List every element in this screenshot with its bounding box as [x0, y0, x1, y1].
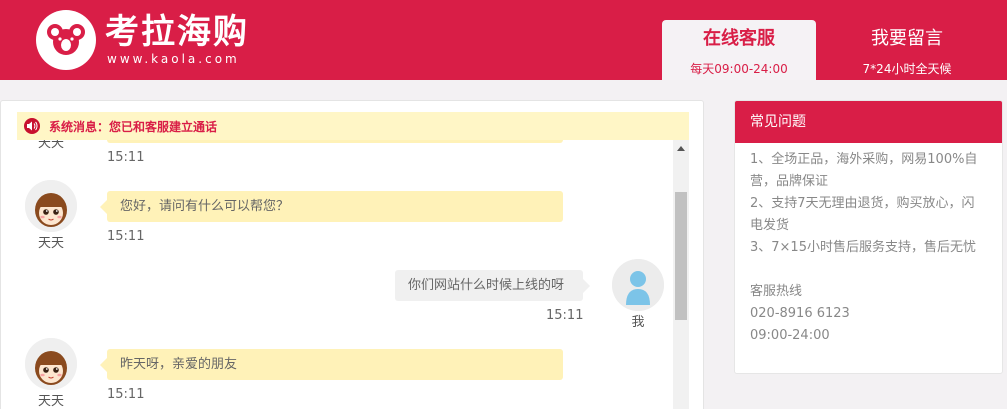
sender-name: 天天 — [37, 140, 64, 151]
message-user: 我 你们网站什么时候上线的呀 15:11 — [17, 257, 673, 335]
message-bubble: 您好，请问有什么可以帮您？ — [100, 191, 563, 222]
faq-item: 2、支持7天无理由退货，购买放心，闪电发货 — [750, 196, 975, 233]
girl-avatar-icon — [25, 338, 77, 390]
koala-logo-icon[interactable] — [36, 10, 96, 70]
tab-title: 在线客服 — [703, 28, 775, 49]
tab-subtitle: 每天09:00-24:00 — [690, 62, 788, 76]
tab-online-service[interactable]: 在线客服 每天09:00-24:00 — [662, 20, 816, 80]
agent-avatar — [25, 338, 77, 390]
sender-name: 天天 — [37, 236, 64, 251]
scrollbar-thumb[interactable] — [675, 192, 687, 320]
faq-item: 3、7×15小时售后服务支持，售后无忧 — [750, 240, 976, 255]
faq-item: 1、全场正品，海外采购，网易100%自营，品牌保证 — [750, 152, 978, 189]
hotline-number: 020-8916 6123 — [750, 306, 850, 321]
system-message-bar: 系统消息：您已和客服建立通话 — [17, 112, 689, 140]
message-bubble — [107, 140, 563, 143]
message-agent-partial: 天天 15:11 — [17, 140, 673, 170]
message-time: 15:11 — [107, 150, 145, 165]
tab-title: 我要留言 — [871, 28, 943, 49]
user-avatar-icon — [612, 259, 664, 311]
scroll-up-arrow-icon[interactable] — [677, 146, 685, 151]
tab-subtitle: 7*24小时全天候 — [862, 62, 952, 76]
user-avatar — [612, 259, 664, 311]
message-time: 15:11 — [107, 229, 145, 244]
agent-avatar — [25, 180, 77, 232]
girl-avatar-icon — [25, 180, 77, 232]
header-bar: 考拉海购 www.kaola.com 在线客服 每天09:00-24:00 我要… — [0, 0, 1007, 80]
system-message-text: 系统消息：您已和客服建立通话 — [49, 120, 218, 134]
message-bubble: 昨天呀，亲爱的朋友 — [100, 349, 563, 380]
message-bubble: 你们网站什么时候上线的呀 — [395, 270, 590, 301]
hotline-hours: 09:00-24:00 — [750, 328, 830, 343]
logo-url: www.kaola.com — [107, 52, 240, 66]
message-agent: 天天 昨天呀，亲爱的朋友 15:11 — [17, 336, 673, 409]
message-time: 15:11 — [107, 387, 145, 402]
faq-title: 常见问题 — [735, 101, 1002, 143]
sender-name: 我 — [631, 315, 645, 330]
speaker-icon — [24, 118, 40, 134]
logo-text[interactable]: 考拉海购 — [105, 12, 249, 52]
chat-scrollbar[interactable] — [673, 140, 689, 409]
message-agent: 天天 您好，请问有什么可以帮您？ 15:11 — [17, 178, 673, 256]
faq-body: 1、全场正品，海外采购，网易100%自营，品牌保证 2、支持7天无理由退货，购买… — [735, 143, 1002, 347]
message-time: 15:11 — [546, 308, 584, 323]
tab-leave-message[interactable]: 我要留言 7*24小时全天候 — [830, 20, 984, 80]
hotline-label: 客服热线 — [750, 284, 803, 299]
chat-panel: 系统消息：您已和客服建立通话 天天 15:11 天天 您好，请问有什么可以帮您？… — [0, 100, 704, 409]
sender-name: 天天 — [37, 394, 64, 409]
chat-message-list[interactable]: 天天 15:11 天天 您好，请问有什么可以帮您？ 15:11 我 你们网站什么… — [17, 140, 673, 409]
koala-face-icon — [47, 24, 85, 55]
faq-panel: 常见问题 1、全场正品，海外采购，网易100%自营，品牌保证 2、支持7天无理由… — [734, 100, 1003, 374]
